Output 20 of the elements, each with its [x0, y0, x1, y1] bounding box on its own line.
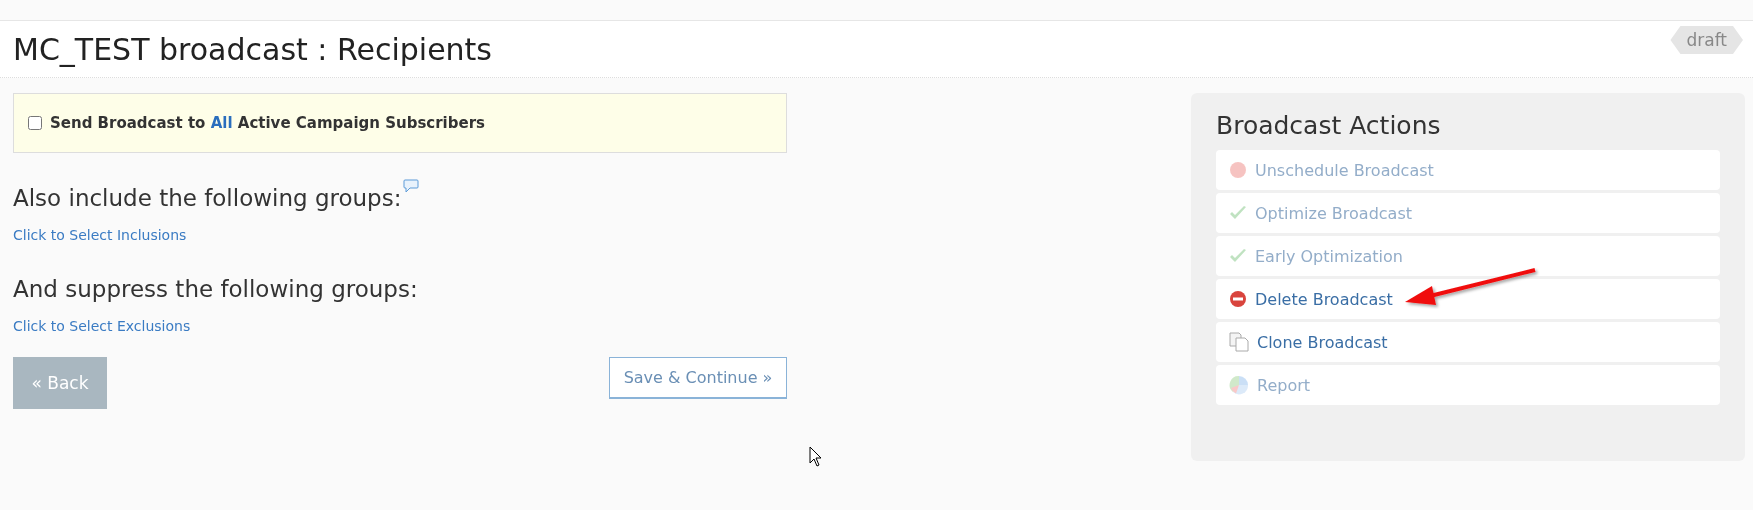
pie-chart-icon: [1229, 375, 1249, 395]
checkbox-label: Send Broadcast to All Active Campaign Subscribers: [50, 114, 485, 132]
action-item[interactable]: Delete Broadcast: [1216, 279, 1720, 319]
check-icon: [1229, 205, 1247, 221]
select-link[interactable]: Click to Select Inclusions: [13, 227, 187, 243]
select-link[interactable]: Click to Select Exclusions: [13, 318, 191, 334]
mouse-cursor-icon: [809, 446, 822, 467]
check-icon: [1229, 248, 1247, 264]
save-button[interactable]: Save & Continue »: [609, 357, 787, 399]
checkbox[interactable]: [28, 116, 42, 130]
section-heading: And suppress the following groups:: [13, 276, 418, 302]
page-title: MC_TEST broadcast : Recipients: [13, 31, 492, 67]
stop-icon: [1229, 161, 1247, 179]
delete-icon: [1229, 290, 1247, 308]
section-heading: Also include the following groups:: [13, 185, 402, 211]
back-button[interactable]: « Back: [13, 357, 107, 409]
action-item[interactable]: Clone Broadcast: [1216, 322, 1720, 362]
copy-icon: [1229, 332, 1249, 352]
status-badge: draft: [1670, 26, 1743, 54]
panel-title: Broadcast Actions: [1216, 111, 1442, 140]
